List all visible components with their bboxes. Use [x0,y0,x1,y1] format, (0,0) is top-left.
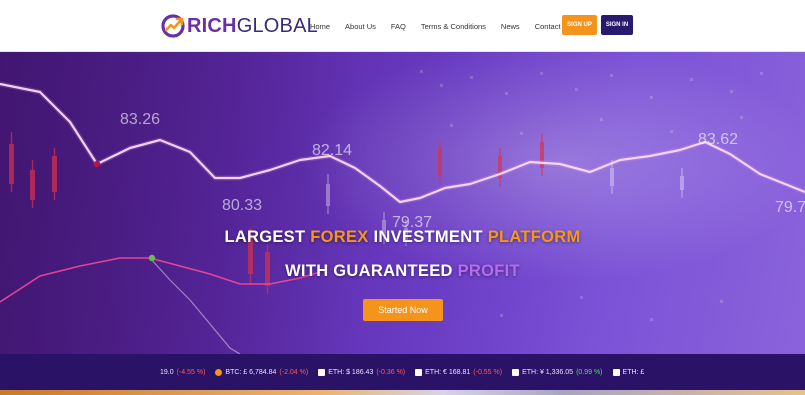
next-section-edge [0,390,805,395]
ticker-label: 19.0 [160,368,174,376]
ticker-change: (-4.55 %) [176,368,206,376]
ticker-item: BTC: £ 6,784.84 (-2.04 %) [215,368,309,376]
ticker-label: ETH: £ 144.9 [622,368,646,376]
started-now-button[interactable]: Started Now [363,299,443,321]
sign-in-button[interactable]: SIGN IN [601,15,633,35]
eth-icon [512,368,520,376]
ticker-item: ETH: ¥ 1,336.05 (0.99 %) [512,368,603,376]
eth-icon [318,368,326,376]
ticker-label: ETH: $ 186.43 [328,368,374,376]
headline-part-investment: INVESTMENT [368,228,488,246]
logo-rich: RICH [187,15,237,37]
hero-headline-line-2: WITH GUARANTEED PROFIT [0,262,805,281]
nav-terms[interactable]: Terms & Conditions [421,22,486,31]
eth-icon [612,368,620,376]
chart-label-2: 82.14 [312,142,352,159]
logo-text: RICHGLOBAL [187,13,318,39]
ticker-item: ETH: £ 144.9 [612,368,646,376]
crypto-ticker: 19.0 (-4.55 %) BTC: £ 6,784.84 (-2.04 %) ETH… [0,354,805,390]
hero-headline-line-1: LARGEST FOREX INVESTMENT PLATFORM [0,228,805,247]
main-nav: Home About Us FAQ Terms & Conditions New… [310,0,587,52]
chart-label-3: 80.33 [222,197,262,214]
ticker-label: BTC: £ 6,784.84 [225,368,277,376]
sign-up-button[interactable]: SIGN UP [562,15,597,35]
ticker-item: ETH: $ 186.43 (-0.36 %) [318,368,406,376]
logo-global: GLOBAL [236,15,318,37]
nav-home[interactable]: Home [310,22,330,31]
ticker-change: (-0.55 %) [473,368,503,376]
chart-label-6: 79.72 [775,199,805,216]
hero-banner: 83.26 82.14 80.33 79.37 83.62 79.72 LARG… [0,52,805,354]
headline-accent-profit: PROFIT [457,262,520,280]
chart-label-5: 83.62 [698,131,738,148]
site-header: RICHGLOBAL Home About Us FAQ Terms & Con… [0,0,805,52]
ticker-label: ETH: ¥ 1,336.05 [522,368,574,376]
ticker-item: 19.0 (-4.55 %) [160,369,205,376]
ticker-change: (0.99 %) [576,368,603,376]
ticker-change: (-0.36 %) [376,368,406,376]
ticker-change: (-2.04 %) [279,368,309,376]
logo-mark-icon [161,14,185,38]
headline-part-largest: LARGEST [224,228,311,246]
chart-label-1: 83.26 [120,111,160,128]
eth-icon [415,368,423,376]
nav-about-us[interactable]: About Us [345,22,376,31]
btc-icon [215,368,223,376]
ticker-track: 19.0 (-4.55 %) BTC: £ 6,784.84 (-2.04 %) ETH… [160,354,646,390]
nav-news[interactable]: News [501,22,520,31]
ticker-item: ETH: € 168.81 (-0.55 %) [415,368,503,376]
ticker-label: ETH: € 168.81 [425,368,471,376]
headline-accent-forex: FOREX [310,228,369,246]
logo[interactable]: RICHGLOBAL [160,11,318,41]
headline-accent-platform: PLATFORM [487,228,581,246]
nav-faq[interactable]: FAQ [391,22,406,31]
headline-part-guaranteed: WITH GUARANTEED [285,262,458,280]
